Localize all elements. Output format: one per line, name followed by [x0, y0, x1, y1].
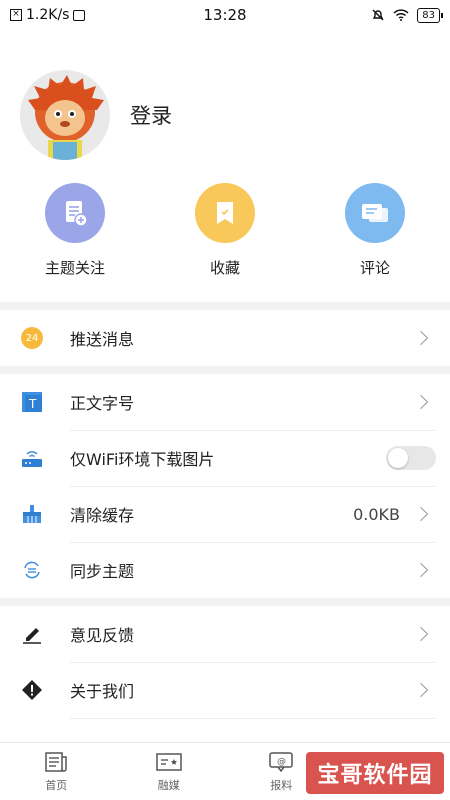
section-separator — [0, 366, 450, 374]
wifi-images-label: 仅WiFi环境下载图片 — [70, 450, 215, 469]
network-speed: 1.2K/s — [26, 7, 70, 23]
cache-size-value: 0.0KB — [353, 504, 400, 524]
profile-header[interactable]: 登录 — [20, 70, 172, 160]
pencil-icon — [20, 622, 44, 646]
battery-level: 83 — [417, 7, 443, 23]
favorites-label: 收藏 — [209, 259, 240, 277]
close-box-icon: × — [10, 9, 22, 21]
chevron-right-icon — [413, 330, 429, 346]
bookmark-icon — [217, 202, 233, 224]
lion-mascot-icon — [28, 75, 104, 160]
menu-clear-cache[interactable]: 清除缓存 0.0KB — [0, 486, 450, 542]
tab-home-label: 首页 — [45, 779, 68, 792]
menu-sync-theme[interactable]: 同步主题 — [0, 542, 450, 598]
mute-bell-icon — [372, 9, 384, 21]
menu-about[interactable]: 关于我们 — [0, 662, 450, 718]
push-badge-icon: 24 — [20, 326, 44, 350]
notification-icon — [73, 9, 86, 21]
status-right: 83 — [371, 7, 443, 23]
tab-media-label: 融媒 — [157, 779, 180, 792]
wifi-icon — [393, 9, 409, 21]
menu-push-messages[interactable]: 24 推送消息 — [0, 310, 450, 366]
chevron-right-icon — [413, 626, 429, 642]
report-icon: @ — [269, 752, 293, 773]
push-badge: 24 — [21, 327, 43, 349]
wifi-images-toggle[interactable] — [386, 446, 436, 470]
svg-text:@: @ — [277, 757, 286, 767]
chevron-right-icon — [413, 682, 429, 698]
tab-home[interactable]: 首页 — [0, 743, 113, 800]
row-divider — [70, 718, 436, 719]
clear-cache-label: 清除缓存 — [70, 506, 135, 525]
quick-topic-follow[interactable]: 主题关注 — [0, 183, 150, 278]
menu-feedback[interactable]: 意见反馈 — [0, 606, 450, 662]
topic-follow-circle — [45, 183, 105, 243]
feedback-label: 意见反馈 — [70, 626, 135, 645]
topic-follow-label: 主题关注 — [44, 259, 105, 277]
quick-actions: 主题关注 收藏 评论 — [0, 183, 450, 278]
document-plus-icon — [66, 201, 88, 227]
avatar[interactable] — [20, 70, 110, 160]
about-label: 关于我们 — [70, 682, 135, 701]
menu-wifi-images: 仅WiFi环境下载图片 — [0, 430, 450, 486]
broom-icon — [20, 502, 44, 526]
sync-icon — [20, 558, 44, 582]
sync-theme-label: 同步主题 — [70, 562, 135, 581]
section-separator — [0, 302, 450, 310]
media-card-icon — [156, 753, 182, 771]
push-messages-label: 推送消息 — [70, 330, 135, 349]
comments-circle — [345, 183, 405, 243]
tab-report-label: 报料 — [270, 779, 293, 792]
watermark-logo: 宝哥软件园 — [306, 752, 444, 794]
quick-comments[interactable]: 评论 — [300, 183, 450, 278]
svg-text:T: T — [28, 397, 37, 411]
status-bar: × 1.2K/s 13:28 83 — [0, 0, 450, 30]
section-separator — [0, 598, 450, 606]
status-left: × 1.2K/s — [10, 7, 86, 23]
comments-label: 评论 — [359, 259, 390, 277]
quick-favorites[interactable]: 收藏 — [150, 183, 300, 278]
favorites-circle — [195, 183, 255, 243]
comment-icon — [362, 204, 388, 222]
chevron-right-icon — [413, 506, 429, 522]
menu-font-size[interactable]: T 正文字号 — [0, 374, 450, 430]
toggle-knob — [388, 448, 408, 468]
chevron-right-icon — [413, 394, 429, 410]
warning-diamond-icon — [20, 678, 44, 702]
font-size-icon: T — [20, 390, 44, 414]
chevron-right-icon — [413, 562, 429, 578]
tab-media[interactable]: 融媒 — [113, 743, 226, 800]
login-link[interactable]: 登录 — [130, 100, 172, 130]
newspaper-icon — [45, 752, 67, 772]
router-icon — [20, 446, 44, 470]
font-size-label: 正文字号 — [70, 394, 135, 413]
